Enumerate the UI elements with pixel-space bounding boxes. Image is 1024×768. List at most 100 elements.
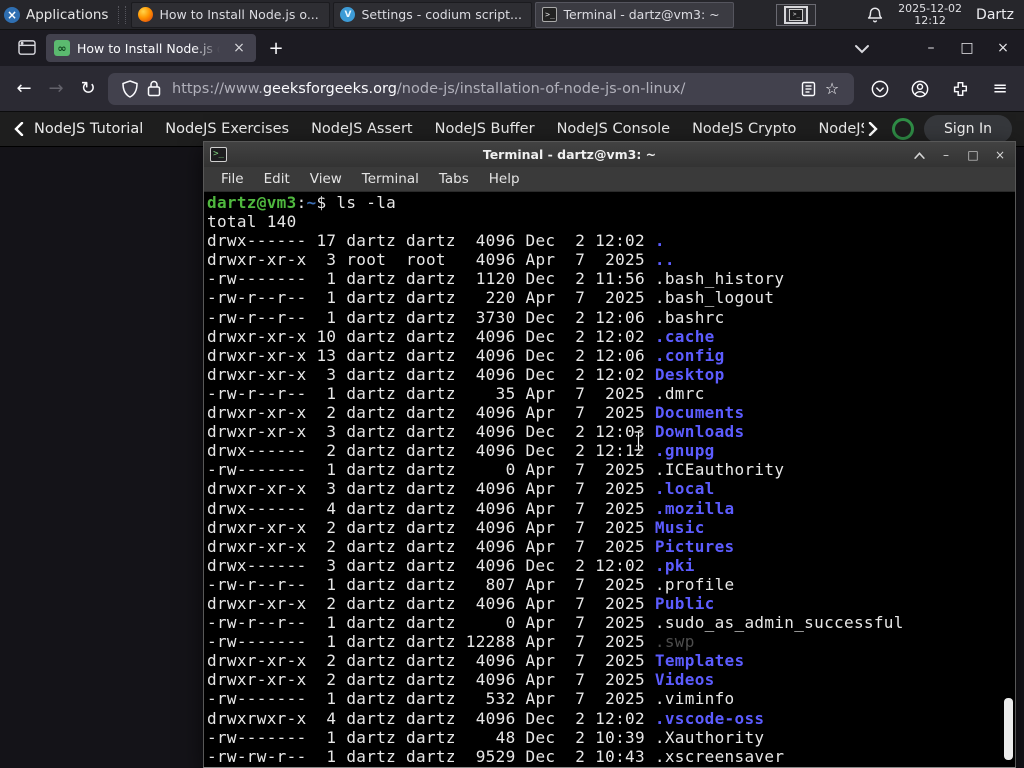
terminal-line: drwxr-xr-x 3 root root 4096 Apr 7 2025 .… bbox=[207, 250, 675, 270]
menu-file[interactable]: File bbox=[212, 168, 253, 190]
terminal-line: -rw------- 1 dartz dartz 12288 Apr 7 202… bbox=[207, 632, 695, 652]
list-all-tabs-icon[interactable] bbox=[854, 39, 870, 58]
panel-separator bbox=[118, 5, 127, 24]
terminal-titlebar[interactable]: >_ Terminal - dartz@vm3: ~ – □ × bbox=[204, 142, 1015, 167]
menu-help[interactable]: Help bbox=[480, 168, 529, 190]
terminal-line: drwxr-xr-x 10 dartz dartz 4096 Dec 2 12:… bbox=[207, 326, 715, 346]
terminal-line: drwxr-xr-x 3 dartz dartz 4096 Apr 7 2025… bbox=[207, 479, 715, 499]
toolbar-right-icons: ≡ bbox=[864, 73, 1016, 105]
terminal-line: -rw-r--r-- 1 dartz dartz 0 Apr 7 2025 .s… bbox=[207, 613, 904, 633]
url-bar[interactable]: https://www.geeksforgeeks.org/node-js/in… bbox=[108, 72, 854, 105]
new-tab-button[interactable]: + bbox=[262, 35, 290, 61]
terminal-line: drwxr-xr-x 2 dartz dartz 4096 Apr 7 2025… bbox=[207, 517, 705, 537]
terminal-line: drwxr-xr-x 2 dartz dartz 4096 Apr 7 2025… bbox=[207, 403, 745, 423]
taskbar-item-terminal[interactable]: >_ Terminal - dartz@vm3: ~ bbox=[535, 1, 735, 28]
desktop: × Applications How to Install Node.js o.… bbox=[0, 0, 1024, 768]
applications-label: Applications bbox=[26, 6, 109, 23]
terminal-line: drwxr-xr-x 2 dartz dartz 4096 Apr 7 2025… bbox=[207, 536, 735, 556]
terminal-line: -rw------- 1 dartz dartz 0 Apr 7 2025 .I… bbox=[207, 460, 785, 480]
menu-tabs[interactable]: Tabs bbox=[430, 168, 478, 190]
terminal-close-button[interactable]: × bbox=[993, 148, 1007, 162]
geeksforgeeks-favicon: ∞ bbox=[54, 40, 70, 56]
account-icon[interactable] bbox=[904, 73, 936, 105]
menu-view[interactable]: View bbox=[301, 168, 351, 190]
clock-time: 12:12 bbox=[914, 13, 946, 27]
nav-scroll-left-icon[interactable] bbox=[10, 120, 28, 138]
terminal-window-icon: >_ bbox=[210, 147, 227, 162]
terminal-window: >_ Terminal - dartz@vm3: ~ – □ × File Ed… bbox=[203, 141, 1016, 768]
workspace-active: >_ bbox=[784, 5, 809, 24]
terminal-line: -rw------- 1 dartz dartz 1120 Dec 2 11:5… bbox=[207, 269, 785, 289]
terminal-line: -rw-r--r-- 1 dartz dartz 807 Apr 7 2025 … bbox=[207, 574, 735, 594]
browser-close-button[interactable]: × bbox=[992, 40, 1014, 56]
url-path: /node-js/installation-of-node-js-on-linu… bbox=[396, 80, 686, 97]
terminal-window-controls: – □ × bbox=[912, 148, 1007, 162]
nav-scroll-right-icon[interactable] bbox=[864, 120, 882, 138]
taskbar-item-firefox[interactable]: How to Install Node.js o... bbox=[131, 1, 331, 28]
terminal-line: -rw-r--r-- 1 dartz dartz 35 Apr 7 2025 .… bbox=[207, 383, 705, 403]
reload-button[interactable]: ↻ bbox=[72, 73, 104, 105]
terminal-line: drwx------ 3 dartz dartz 4096 Dec 2 12:0… bbox=[207, 555, 695, 575]
nav-link[interactable]: NodeJS DNS bbox=[818, 121, 864, 137]
terminal-line: drwx------ 4 dartz dartz 4096 Apr 7 2025… bbox=[207, 498, 735, 518]
tab-close-icon[interactable]: × bbox=[230, 39, 248, 57]
taskbar-item-codium[interactable]: V Settings - codium script... bbox=[333, 1, 533, 28]
clock-date: 2025-12-02 bbox=[898, 1, 963, 15]
menu-hamburger-icon[interactable]: ≡ bbox=[984, 73, 1016, 105]
terminal-title: Terminal - dartz@vm3: ~ bbox=[482, 147, 657, 162]
terminal-line: drwxr-xr-x 3 dartz dartz 4096 Dec 2 12:0… bbox=[207, 422, 745, 442]
terminal-line: drwxr-xr-x 2 dartz dartz 4096 Apr 7 2025… bbox=[207, 651, 745, 671]
firefox-view-icon[interactable] bbox=[12, 35, 42, 61]
firefox-icon bbox=[138, 7, 154, 22]
prompt-line: dartz@vm3:~$ ls -la bbox=[207, 193, 397, 212]
menu-terminal[interactable]: Terminal bbox=[353, 168, 428, 190]
browser-tab-bar: ∞ How to Install Node.js on × + – □ × bbox=[0, 30, 1024, 66]
terminal-output: dartz@vm3:~$ ls -la total 140 drwx------ 1… bbox=[204, 192, 1015, 767]
browser-minimize-button[interactable]: – bbox=[920, 40, 942, 56]
url-prefix: https://www. bbox=[172, 80, 263, 97]
reader-view-icon[interactable] bbox=[796, 77, 820, 101]
tracking-shield-icon[interactable] bbox=[118, 77, 142, 101]
nav-link[interactable]: NodeJS Assert bbox=[311, 121, 413, 137]
terminal-line: -rw------- 1 dartz dartz 48 Dec 2 10:39 … bbox=[207, 727, 765, 747]
terminal-menubar: File Edit View Terminal Tabs Help bbox=[204, 167, 1015, 192]
user-menu[interactable]: Dartz bbox=[976, 7, 1014, 23]
forward-button[interactable]: → bbox=[40, 73, 72, 105]
codium-icon: V bbox=[340, 7, 356, 22]
lock-icon[interactable] bbox=[142, 77, 166, 101]
terminal-maximize-button[interactable]: □ bbox=[966, 148, 980, 162]
terminal-line: -rw------- 1 dartz dartz 532 Apr 7 2025 … bbox=[207, 689, 735, 709]
workspace-terminal-icon: >_ bbox=[789, 8, 804, 21]
browser-maximize-button[interactable]: □ bbox=[956, 40, 978, 56]
xubuntu-logo-icon: × bbox=[4, 6, 20, 23]
applications-menu-button[interactable]: × Applications bbox=[0, 0, 116, 30]
extensions-icon[interactable] bbox=[944, 73, 976, 105]
nav-link[interactable]: NodeJS Tutorial bbox=[34, 121, 143, 137]
terminal-minimize-button[interactable]: – bbox=[939, 148, 953, 162]
total-line: total 140 bbox=[207, 212, 297, 232]
desktop-panel: × Applications How to Install Node.js o.… bbox=[0, 0, 1024, 30]
browser-tab-active[interactable]: ∞ How to Install Node.js on × bbox=[46, 34, 256, 62]
nav-link[interactable]: NodeJS Exercises bbox=[165, 121, 289, 137]
url-domain: geeksforgeeks.org bbox=[262, 80, 397, 97]
site-nav-links: NodeJS Tutorial NodeJS Exercises NodeJS As… bbox=[34, 121, 864, 137]
terminal-line: drwxr-xr-x 13 dartz dartz 4096 Dec 2 12:… bbox=[207, 345, 725, 365]
nav-link[interactable]: NodeJS Console bbox=[557, 121, 671, 137]
pocket-icon[interactable] bbox=[864, 73, 896, 105]
terminal-line: -rw-r--r-- 1 dartz dartz 220 Apr 7 2025 … bbox=[207, 288, 775, 308]
panel-clock[interactable]: 2025-12-02 12:12 bbox=[898, 1, 963, 27]
search-icon[interactable] bbox=[892, 118, 914, 140]
terminal-shade-button[interactable] bbox=[912, 148, 926, 162]
terminal-icon: >_ bbox=[542, 7, 558, 22]
notification-bell-icon[interactable] bbox=[866, 6, 884, 24]
sign-in-button[interactable]: Sign In bbox=[924, 115, 1012, 143]
terminal-line: drwx------ 17 dartz dartz 4096 Dec 2 12:… bbox=[207, 231, 665, 251]
nav-link[interactable]: NodeJS Crypto bbox=[692, 121, 796, 137]
workspace-switcher[interactable]: >_ bbox=[770, 3, 822, 27]
terminal-scrollbar-thumb[interactable] bbox=[1004, 698, 1013, 760]
terminal-line: -rw-rw-r-- 1 dartz dartz 9529 Dec 2 10:4… bbox=[207, 746, 785, 766]
nav-link[interactable]: NodeJS Buffer bbox=[435, 121, 535, 137]
back-button[interactable]: ← bbox=[8, 73, 40, 105]
bookmark-star-icon[interactable]: ☆ bbox=[820, 77, 844, 101]
menu-edit[interactable]: Edit bbox=[255, 168, 299, 190]
